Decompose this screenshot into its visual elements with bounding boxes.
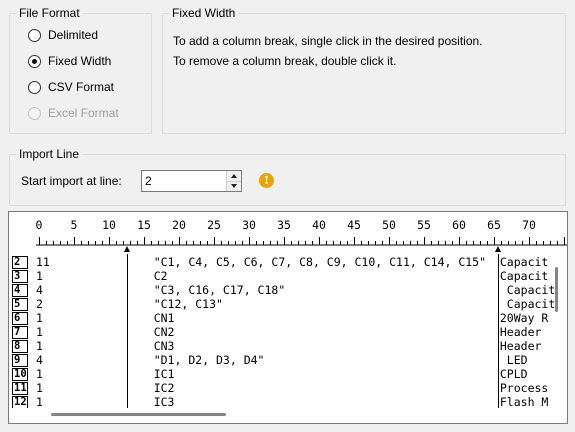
radio-label: Fixed Width — [48, 54, 112, 68]
fixed-width-preview[interactable]: 0 5 10 15 20 25 30 35 40 45 50 55 60 65 70 2 11 "C1, C4… — [8, 211, 568, 424]
fixed-width-instruction-add: To add a column break, single click in t… — [173, 34, 483, 48]
spin-up-button[interactable] — [227, 171, 241, 182]
radio-csv-format[interactable]: CSV Format — [28, 79, 114, 95]
preview-row-text: 1 CN3 Header — [36, 339, 549, 353]
spin-down-button[interactable] — [227, 181, 241, 191]
row-number: 2 — [12, 256, 28, 269]
column-break-marker[interactable] — [124, 246, 130, 252]
row-number: 5 — [12, 298, 28, 311]
row-number: 3 — [12, 270, 28, 283]
row-number: 8 — [12, 340, 28, 353]
row-number: 10 — [12, 368, 28, 381]
row-number: 4 — [12, 284, 28, 297]
row-number: 7 — [12, 326, 28, 339]
import-line-title: Import Line — [16, 147, 83, 162]
radio-label: Excel Format — [48, 106, 119, 120]
column-ruler[interactable] — [9, 212, 568, 256]
preview-row-text: 1 CN1 20Way R — [36, 311, 549, 325]
radio-delimited[interactable]: Delimited — [28, 27, 98, 43]
start-import-label: Start import at line: — [21, 174, 122, 188]
radio-fixed-width[interactable]: Fixed Width — [28, 53, 111, 69]
radio-circle-disabled — [28, 106, 41, 120]
column-break-line[interactable] — [127, 254, 128, 408]
fixed-width-instruction-remove: To remove a column break, double click i… — [173, 54, 397, 68]
preview-row-text: 1 C2 Capacit — [36, 269, 549, 283]
radio-label: CSV Format — [48, 80, 115, 94]
arrow-down-icon — [231, 184, 237, 189]
file-format-title: File Format — [16, 6, 83, 21]
vertical-scroll-thumb[interactable] — [555, 267, 558, 312]
preview-row-text: 4 "C3, C16, C17, C18" Capacit — [36, 283, 556, 297]
radio-excel-format: Excel Format — [28, 105, 119, 121]
file-format-group: File Format Delimited Fixed Width CSV Fo… — [9, 6, 152, 134]
info-icon[interactable]: ! — [259, 173, 274, 188]
fixed-width-title: Fixed Width — [169, 6, 239, 21]
row-number: 6 — [12, 312, 28, 325]
start-import-input[interactable] — [142, 171, 226, 191]
start-import-spinner[interactable] — [141, 170, 242, 192]
row-number: 9 — [12, 354, 28, 367]
preview-row-text: 1 IC2 Process — [36, 381, 549, 395]
spinner-buttons — [226, 171, 241, 191]
import-line-group: Import Line Start import at line: ! — [9, 147, 566, 206]
radio-circle-selected[interactable] — [28, 54, 41, 68]
preview-row-text: 1 IC1 CPLD — [36, 367, 528, 381]
column-break-marker[interactable] — [495, 246, 501, 252]
horizontal-scroll-thumb[interactable] — [51, 413, 226, 416]
preview-row-text: 1 IC3 Flash M — [36, 395, 549, 409]
column-break-line[interactable] — [498, 254, 499, 408]
arrow-up-icon — [231, 173, 237, 178]
row-number: 11 — [12, 382, 28, 395]
radio-label: Delimited — [48, 28, 99, 42]
preview-row-text: 1 CN2 Header — [36, 325, 549, 339]
radio-circle[interactable] — [28, 80, 41, 94]
fixed-width-group: Fixed Width To add a column break, singl… — [162, 6, 566, 134]
radio-circle[interactable] — [28, 28, 41, 42]
preview-row-text: 4 "D1, D2, D3, D4" LED — [36, 353, 528, 367]
horizontal-scrollbar[interactable] — [9, 408, 554, 423]
preview-row-text: 11 "C1, C4, C5, C6, C7, C8, C9, C10, C11… — [36, 255, 549, 269]
preview-row-text: 2 "C12, C13" Capacit — [36, 297, 556, 311]
